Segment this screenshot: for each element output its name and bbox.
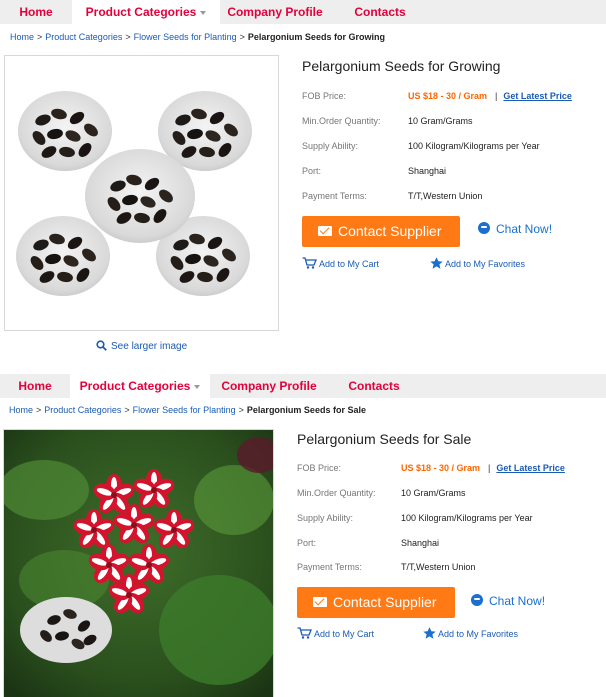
breadcrumb-current: Pelargonium Seeds for Growing (247, 32, 385, 42)
moq-value: 10 Gram/Grams (401, 488, 466, 498)
nav-product-categories[interactable]: Product Categories (72, 0, 220, 24)
get-latest-price-link[interactable]: Get Latest Price (496, 463, 565, 473)
breadcrumb-flower-seeds[interactable]: Flower Seeds for Planting (133, 405, 236, 415)
see-larger-image-link[interactable]: See larger image (96, 340, 187, 352)
breadcrumb-flower-seeds[interactable]: Flower Seeds for Planting (134, 32, 237, 42)
moq-label: Min.Order Quantity: (297, 488, 376, 498)
product-listing-2: Home Product Categories Company Profile … (0, 373, 606, 697)
cart-icon (297, 627, 312, 639)
price-range: US $18 - 30 / Gram (408, 91, 488, 101)
add-to-favorites-link[interactable]: Add to My Favorites (423, 627, 518, 639)
product-title: Pelargonium Seeds for Growing (302, 58, 501, 74)
chat-now-link[interactable]: Chat Now! (478, 222, 552, 236)
nav-home[interactable]: Home (0, 0, 72, 24)
add-to-favorites-link[interactable]: Add to My Favorites (430, 257, 525, 269)
breadcrumb-home[interactable]: Home (9, 405, 33, 415)
product-image[interactable] (4, 55, 279, 331)
supply-ability-value: 100 Kilogram/Kilograms per Year (401, 513, 533, 523)
fob-price-label: FOB Price: (297, 463, 342, 473)
moq-label: Min.Order Quantity: (302, 116, 381, 126)
fob-price-label: FOB Price: (302, 91, 347, 101)
chat-bubble-icon (471, 594, 483, 606)
envelope-icon (313, 597, 327, 607)
cart-icon (302, 257, 317, 269)
top-nav: Home Product Categories Company Profile … (0, 374, 606, 398)
nav-product-categories[interactable]: Product Categories (70, 374, 210, 398)
product-title: Pelargonium Seeds for Sale (297, 431, 472, 447)
breadcrumb: Home > Product Categories > Flower Seeds for… (9, 405, 366, 415)
breadcrumb-home[interactable]: Home (10, 32, 34, 42)
get-latest-price-link[interactable]: Get Latest Price (503, 91, 572, 101)
product-listing-1: Home Product Categories Company Profile … (0, 0, 606, 372)
supply-ability-label: Supply Ability: (297, 513, 354, 523)
nav-home[interactable]: Home (0, 374, 70, 398)
nav-product-categories-label: Product Categories (79, 379, 191, 393)
port-label: Port: (302, 166, 322, 176)
contact-supplier-label: Contact Supplier (333, 594, 437, 610)
fob-price-value: US $18 - 30 / Gram | Get Latest Price (401, 463, 565, 473)
breadcrumb: Home > Product Categories > Flower Seeds for… (10, 32, 385, 42)
caret-down-icon (194, 384, 201, 389)
contact-supplier-button[interactable]: Contact Supplier (302, 216, 460, 247)
add-to-cart-link[interactable]: Add to My Cart (297, 627, 374, 639)
contact-supplier-button[interactable]: Contact Supplier (297, 587, 455, 618)
nav-company-profile[interactable]: Company Profile (214, 374, 324, 398)
fob-price-value: US $18 - 30 / Gram | Get Latest Price (408, 91, 572, 101)
payment-terms-label: Payment Terms: (297, 562, 362, 572)
supply-ability-label: Supply Ability: (302, 141, 359, 151)
price-range: US $18 - 30 / Gram (401, 463, 481, 473)
star-icon (430, 257, 443, 269)
flower-photo (4, 430, 273, 697)
supply-ability-value: 100 Kilogram/Kilograms per Year (408, 141, 540, 151)
caret-down-icon (200, 10, 207, 15)
seeds-image (5, 56, 278, 330)
product-image[interactable] (3, 429, 274, 697)
magnifier-icon (96, 340, 107, 351)
nav-company-profile[interactable]: Company Profile (220, 0, 330, 24)
top-nav: Home Product Categories Company Profile … (0, 0, 606, 24)
port-value: Shanghai (408, 166, 447, 176)
port-label: Port: (297, 538, 317, 548)
port-value: Shanghai (401, 538, 440, 548)
contact-supplier-label: Contact Supplier (338, 223, 442, 239)
breadcrumb-current: Pelargonium Seeds for Sale (246, 405, 366, 415)
nav-contacts[interactable]: Contacts (340, 0, 420, 24)
nav-product-categories-label: Product Categories (85, 5, 197, 19)
payment-terms-value: T/T,Western Union (401, 562, 476, 572)
chat-bubble-icon (478, 222, 490, 234)
star-icon (423, 627, 436, 639)
envelope-icon (318, 226, 332, 236)
add-to-cart-link[interactable]: Add to My Cart (302, 257, 379, 269)
moq-value: 10 Gram/Grams (408, 116, 473, 126)
chat-now-link[interactable]: Chat Now! (471, 594, 545, 608)
payment-terms-label: Payment Terms: (302, 191, 367, 201)
nav-contacts[interactable]: Contacts (334, 374, 414, 398)
payment-terms-value: T/T,Western Union (408, 191, 483, 201)
breadcrumb-product-categories[interactable]: Product Categories (45, 32, 122, 42)
breadcrumb-product-categories[interactable]: Product Categories (44, 405, 121, 415)
